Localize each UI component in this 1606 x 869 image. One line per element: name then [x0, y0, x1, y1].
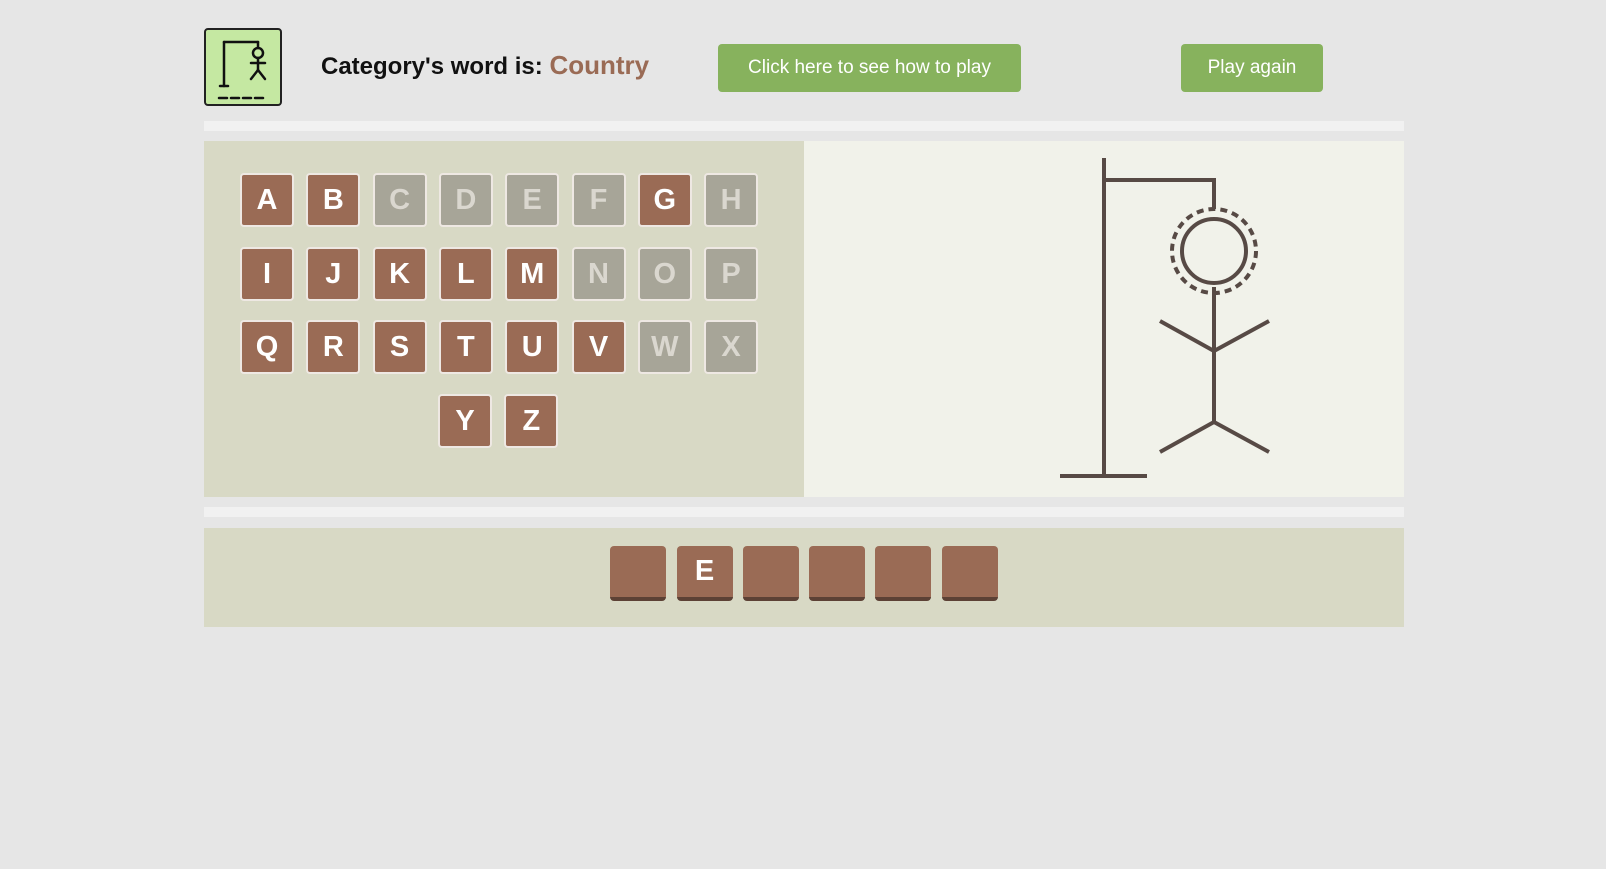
- divider: [204, 121, 1404, 131]
- answer-slot: [941, 546, 998, 601]
- key-t[interactable]: T: [438, 320, 493, 374]
- key-e: E: [505, 173, 560, 227]
- key-l[interactable]: L: [438, 246, 493, 301]
- key-y[interactable]: Y: [438, 393, 492, 448]
- key-m[interactable]: M: [505, 246, 560, 301]
- answer-slot: [875, 546, 932, 601]
- key-f: F: [571, 173, 626, 227]
- how-to-play-button[interactable]: Click here to see how to play: [718, 44, 1021, 92]
- key-r[interactable]: R: [306, 320, 361, 374]
- hangman-right-leg: [1213, 420, 1270, 454]
- play-again-button[interactable]: Play again: [1181, 44, 1323, 92]
- key-n: N: [571, 246, 626, 301]
- key-q[interactable]: Q: [240, 320, 294, 374]
- noose-ring: [1170, 207, 1258, 295]
- key-b[interactable]: B: [306, 173, 361, 227]
- category-label: Category's word is:: [321, 53, 543, 80]
- key-p: P: [704, 246, 759, 301]
- key-k[interactable]: K: [372, 246, 427, 301]
- key-v[interactable]: V: [571, 320, 626, 374]
- divider: [204, 507, 1404, 517]
- category-heading: Category's word is: Country: [321, 50, 649, 81]
- answer-word: E: [204, 528, 1404, 627]
- hangman-left-arm: [1159, 319, 1215, 353]
- answer-slot: [610, 546, 667, 601]
- key-a[interactable]: A: [240, 173, 294, 227]
- key-j[interactable]: J: [306, 246, 361, 301]
- answer-slot: [809, 546, 866, 601]
- hangman-head: [1180, 217, 1248, 285]
- letter-keyboard: ABCDEFGH IJKLMNOP QRSTUVWX YZ: [204, 141, 804, 497]
- category-value: Country: [549, 50, 650, 80]
- hangman-drawing: [804, 141, 1404, 497]
- answer-slot: [742, 546, 799, 601]
- key-h: H: [704, 173, 759, 227]
- hangman-logo-icon: [204, 28, 282, 106]
- key-o: O: [637, 246, 692, 301]
- key-z[interactable]: Z: [504, 393, 559, 448]
- key-d: D: [438, 173, 493, 227]
- hangman-right-arm: [1213, 319, 1270, 353]
- key-x: X: [704, 320, 759, 374]
- key-s[interactable]: S: [372, 320, 427, 374]
- key-c: C: [372, 173, 427, 227]
- key-g[interactable]: G: [637, 173, 692, 227]
- answer-slot: E: [676, 546, 733, 601]
- hangman-game: Category's word is: Country Click here t…: [0, 0, 1606, 869]
- key-i[interactable]: I: [240, 246, 294, 301]
- hangman-left-leg: [1159, 420, 1215, 454]
- key-w: W: [637, 320, 692, 374]
- key-u[interactable]: U: [505, 320, 560, 374]
